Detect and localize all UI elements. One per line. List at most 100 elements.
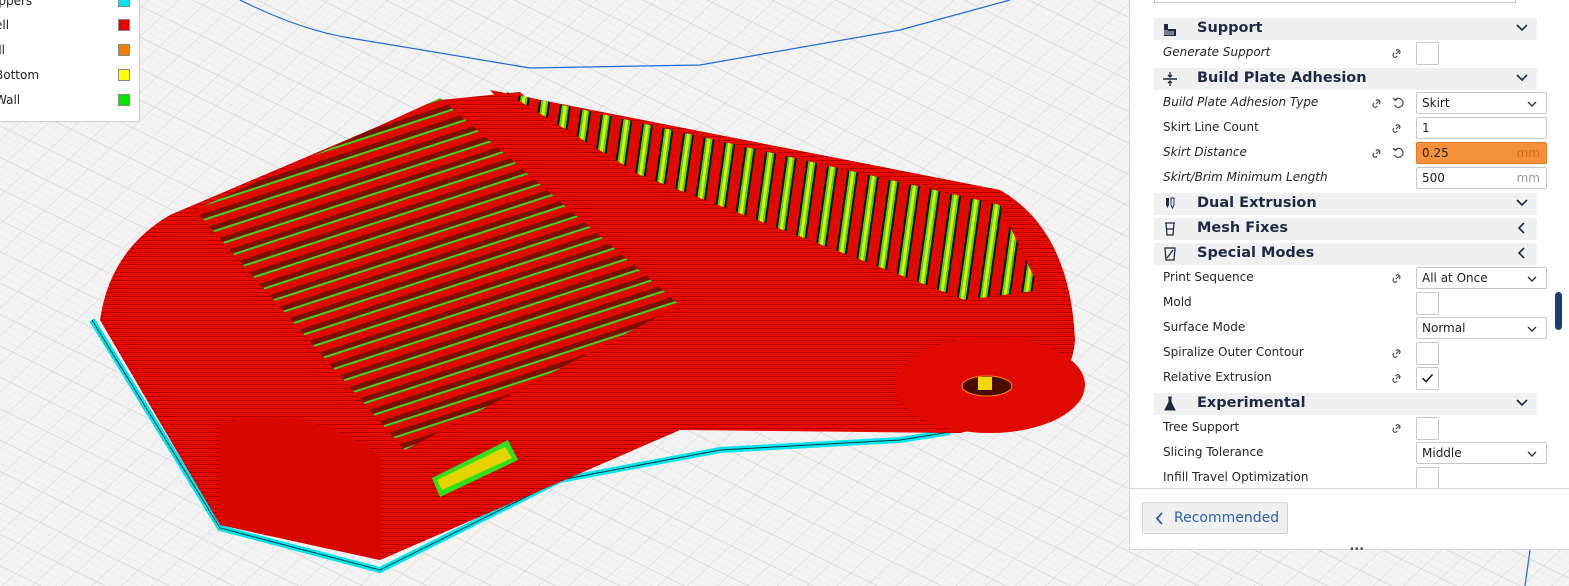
special-modes-icon: [1164, 247, 1176, 261]
setting-label: Relative Extrusion: [1163, 370, 1272, 384]
setting-label: Mold: [1163, 295, 1192, 309]
chevron-down-icon: [1527, 276, 1537, 282]
legend-item[interactable]: ell: [0, 15, 141, 35]
link-icon[interactable]: [1391, 373, 1402, 384]
resize-grip[interactable]: •••: [1349, 544, 1365, 555]
section-title: Special Modes: [1197, 245, 1315, 261]
color-swatch: [118, 69, 130, 81]
setting-adhesion-type: Build Plate Adhesion Type Skirt: [1154, 91, 1549, 116]
legend-label: ell: [0, 18, 10, 32]
setting-tree-support: Tree Support: [1154, 416, 1549, 441]
infill-travel-checkbox[interactable]: [1416, 467, 1439, 488]
setting-label: Print Sequence: [1163, 270, 1254, 284]
link-icon[interactable]: [1391, 48, 1402, 59]
setting-skirt-distance: Skirt Distance 0.25 mm: [1154, 141, 1549, 166]
adhesion-type-dropdown[interactable]: Skirt: [1416, 92, 1547, 114]
legend-item[interactable]: Wall: [0, 90, 141, 110]
input-value: 1: [1422, 121, 1430, 135]
print-sequence-dropdown[interactable]: All at Once: [1416, 267, 1547, 289]
section-mesh-fixes[interactable]: Mesh Fixes: [1154, 218, 1537, 240]
settings-scrollbar[interactable]: [1555, 292, 1562, 330]
setting-skirt-line-count: Skirt Line Count 1: [1154, 116, 1549, 141]
link-icon[interactable]: [1391, 423, 1402, 434]
chevron-left-icon: [1517, 222, 1525, 234]
setting-label: Skirt/Brim Minimum Length: [1163, 170, 1328, 184]
mold-checkbox[interactable]: [1416, 292, 1439, 315]
checkmark-icon: [1421, 373, 1434, 383]
section-title: Mesh Fixes: [1197, 220, 1288, 236]
surface-mode-dropdown[interactable]: Normal: [1416, 317, 1547, 339]
link-icon[interactable]: [1371, 148, 1382, 159]
setting-surface-mode: Surface Mode Normal: [1154, 316, 1549, 341]
section-support[interactable]: Support: [1154, 18, 1537, 40]
search-settings-field[interactable]: [1154, 0, 1516, 3]
relative-extrusion-checkbox[interactable]: [1416, 367, 1439, 390]
reset-icon[interactable]: [1392, 146, 1405, 159]
setting-print-sequence: Print Sequence All at Once: [1154, 266, 1549, 291]
setting-slicing-tolerance: Slicing Tolerance Middle: [1154, 441, 1549, 466]
section-experimental[interactable]: Experimental: [1154, 393, 1537, 415]
recommended-label: Recommended: [1174, 510, 1280, 526]
setting-label: Surface Mode: [1163, 320, 1246, 334]
legend-label: ill: [0, 43, 6, 57]
setting-label: Spiralize Outer Contour: [1163, 345, 1304, 359]
chevron-down-icon: [1527, 451, 1537, 457]
dropdown-value: Middle: [1422, 446, 1462, 460]
legend-item[interactable]: ill: [0, 40, 141, 60]
section-dual-extrusion[interactable]: Dual Extrusion: [1154, 193, 1537, 215]
setting-skirt-brim-min-length: Skirt/Brim Minimum Length 500 mm: [1154, 166, 1549, 191]
color-swatch: [118, 94, 130, 106]
link-icon[interactable]: [1391, 348, 1402, 359]
color-swatch: [118, 44, 130, 56]
chevron-down-icon: [1516, 74, 1528, 82]
support-icon: [1164, 24, 1176, 36]
spiralize-checkbox[interactable]: [1416, 342, 1439, 365]
legend-label: Wall: [0, 93, 21, 107]
setting-label: Slicing Tolerance: [1163, 445, 1264, 459]
skirt-brim-min-length-input[interactable]: 500 mm: [1416, 167, 1547, 189]
section-title: Support: [1197, 20, 1263, 36]
mesh-fixes-icon: [1165, 222, 1175, 236]
input-value: 0.25: [1422, 146, 1449, 160]
skirt-line-count-input[interactable]: 1: [1416, 117, 1547, 139]
setting-label: Build Plate Adhesion Type: [1163, 95, 1319, 109]
recommended-button[interactable]: Recommended: [1142, 502, 1288, 534]
dual-extrusion-icon: [1166, 197, 1175, 210]
section-title: Experimental: [1197, 395, 1306, 411]
setting-label: Tree Support: [1163, 420, 1240, 434]
layer-type-legend: ippers ell ill Bottom Wall: [0, 0, 140, 122]
link-icon[interactable]: [1391, 123, 1402, 134]
experimental-icon: [1164, 396, 1176, 411]
section-build-plate-adhesion[interactable]: Build Plate Adhesion: [1154, 68, 1537, 90]
link-icon[interactable]: [1371, 98, 1382, 109]
chevron-left-icon: [1155, 512, 1163, 525]
section-title: Dual Extrusion: [1197, 195, 1317, 211]
legend-item[interactable]: ippers: [0, 0, 141, 11]
chevron-down-icon: [1516, 24, 1528, 32]
color-swatch: [118, 0, 130, 7]
unit-label: mm: [1516, 171, 1540, 185]
generate-support-checkbox[interactable]: [1416, 42, 1439, 65]
setting-generate-support: Generate Support: [1154, 41, 1549, 66]
reset-icon[interactable]: [1392, 96, 1405, 109]
custom-settings-panel: Support Generate Support Build Plate Adh…: [1129, 0, 1569, 555]
setting-spiralize: Spiralize Outer Contour: [1154, 341, 1549, 366]
setting-label: Infill Travel Optimization: [1163, 470, 1309, 484]
legend-label: ippers: [0, 0, 33, 8]
chevron-down-icon: [1516, 199, 1528, 207]
setting-relative-extrusion: Relative Extrusion: [1154, 366, 1549, 391]
link-icon[interactable]: [1391, 273, 1402, 284]
legend-item[interactable]: Bottom: [0, 65, 141, 85]
dropdown-value: Skirt: [1422, 96, 1450, 110]
slicing-tolerance-dropdown[interactable]: Middle: [1416, 442, 1547, 464]
chevron-down-icon: [1527, 326, 1537, 332]
setting-mold: Mold: [1154, 291, 1549, 316]
skirt-distance-input[interactable]: 0.25 mm: [1416, 142, 1547, 164]
setting-infill-travel: Infill Travel Optimization: [1154, 466, 1549, 488]
color-swatch: [118, 19, 130, 31]
section-special-modes[interactable]: Special Modes: [1154, 243, 1537, 265]
chevron-left-icon: [1517, 247, 1525, 259]
input-value: 500: [1422, 171, 1445, 185]
tree-support-checkbox[interactable]: [1416, 417, 1439, 440]
chevron-down-icon: [1516, 399, 1528, 407]
